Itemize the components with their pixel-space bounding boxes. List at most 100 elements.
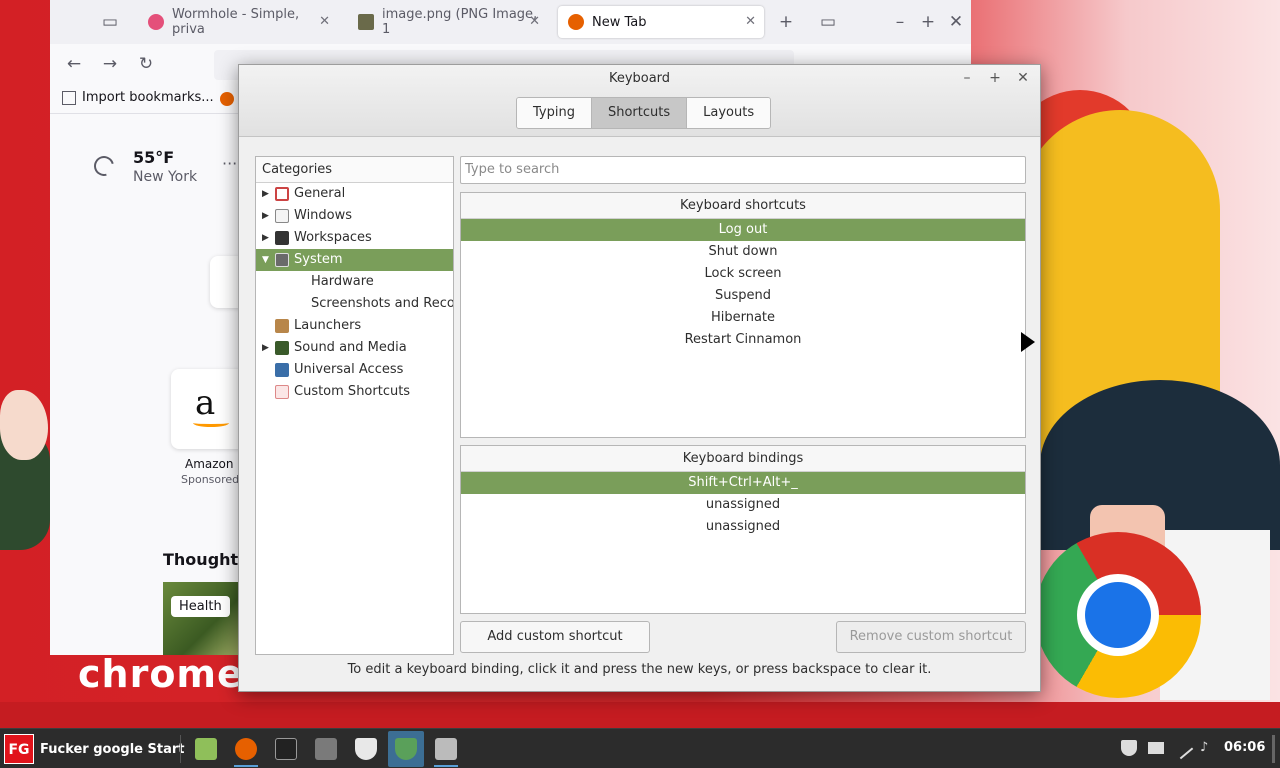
close-icon[interactable]: ✕ bbox=[1013, 68, 1033, 88]
section-title: Thought- bbox=[163, 550, 245, 569]
add-custom-shortcut-button[interactable]: Add custom shortcut bbox=[460, 621, 650, 653]
update-manager-launcher[interactable] bbox=[388, 731, 424, 767]
weather-city: New York bbox=[133, 169, 198, 185]
tab-shortcuts[interactable]: Shortcuts bbox=[591, 98, 688, 128]
new-tab-icon[interactable]: + bbox=[774, 10, 798, 34]
shortcut-row[interactable]: Shut down bbox=[461, 241, 1025, 263]
shield-tray-icon[interactable] bbox=[1121, 740, 1137, 756]
collapse-arrow-icon[interactable]: ▼ bbox=[262, 249, 272, 271]
tab-bar: Typing Shortcuts Layouts bbox=[516, 97, 772, 129]
keyboard-settings-window: Keyboard – + ✕ Typing Shortcuts Layouts … bbox=[238, 64, 1041, 692]
close-tab-icon[interactable]: ✕ bbox=[745, 14, 756, 29]
window-titlebar[interactable]: Keyboard – + ✕ Typing Shortcuts Layouts bbox=[239, 65, 1040, 137]
tab-title: New Tab bbox=[592, 14, 647, 30]
browser-tab[interactable]: image.png (PNG Image, 1 ✕ bbox=[348, 6, 548, 38]
launchers-icon bbox=[275, 319, 289, 333]
binding-row[interactable]: unassigned bbox=[461, 516, 1025, 538]
forward-icon[interactable]: → bbox=[98, 52, 122, 76]
keyboard-launcher[interactable] bbox=[428, 731, 464, 767]
category-label: Hardware bbox=[311, 274, 374, 289]
keyboard-bindings-list: Keyboard bindings Shift+Ctrl+Alt+_ unass… bbox=[460, 445, 1026, 614]
tab-title: Wormhole - Simple, priva bbox=[172, 7, 300, 37]
minimize-icon[interactable]: – bbox=[957, 68, 977, 88]
files-icon bbox=[195, 738, 217, 760]
clock[interactable]: 06:06 bbox=[1224, 740, 1265, 755]
category-label: General bbox=[294, 186, 346, 201]
category-general[interactable]: ▶ General bbox=[256, 183, 453, 205]
shortcut-row[interactable]: Log out bbox=[461, 219, 1025, 241]
start-menu-button[interactable]: FG Fucker google Start bbox=[4, 733, 185, 765]
browser-tab[interactable]: Wormhole - Simple, priva ✕ bbox=[138, 6, 338, 38]
close-tab-icon[interactable]: ✕ bbox=[319, 14, 330, 29]
keyboard-tray-icon[interactable] bbox=[1148, 742, 1164, 754]
categories-header[interactable]: Categories bbox=[256, 157, 453, 183]
expand-arrow-icon[interactable]: ▶ bbox=[262, 205, 272, 227]
universal-access-icon bbox=[275, 363, 289, 377]
files-launcher[interactable] bbox=[188, 731, 224, 767]
firefox-bookmark-icon[interactable] bbox=[220, 92, 234, 106]
binding-row[interactable]: Shift+Ctrl+Alt+_ bbox=[461, 472, 1025, 494]
tab-layouts[interactable]: Layouts bbox=[687, 98, 771, 128]
search-input[interactable]: Type to search bbox=[460, 156, 1026, 184]
category-label: Sound and Media bbox=[294, 340, 407, 355]
wallpaper-band bbox=[0, 702, 1280, 728]
taskbar-separator bbox=[180, 735, 181, 763]
import-icon bbox=[62, 90, 76, 105]
expand-arrow-icon[interactable]: ▶ bbox=[262, 227, 272, 249]
expand-arrow-icon[interactable]: ▶ bbox=[262, 183, 272, 205]
tile-sponsored: Sponsored bbox=[181, 473, 240, 486]
category-sound-and-media[interactable]: ▶ Sound and Media bbox=[256, 337, 453, 359]
terminal-launcher[interactable] bbox=[268, 731, 304, 767]
close-icon[interactable]: ✕ bbox=[944, 10, 968, 34]
amazon-smile-icon bbox=[193, 419, 229, 427]
browser-tab-active[interactable]: New Tab ✕ bbox=[558, 6, 764, 38]
minimize-icon[interactable]: – bbox=[888, 10, 912, 34]
category-launchers[interactable]: Launchers bbox=[256, 315, 453, 337]
import-bookmarks-link[interactable]: Import bookmarks... bbox=[62, 90, 214, 105]
weather-menu-icon[interactable]: ··· bbox=[222, 154, 237, 173]
menu-logo-icon: FG bbox=[4, 734, 34, 764]
category-universal-access[interactable]: Universal Access bbox=[256, 359, 453, 381]
tab-list-icon[interactable]: ▭ bbox=[816, 10, 840, 34]
back-icon[interactable]: ← bbox=[62, 52, 86, 76]
tab-overview-icon[interactable]: ▭ bbox=[98, 10, 122, 34]
category-label: Launchers bbox=[294, 318, 362, 333]
story-image[interactable] bbox=[163, 582, 243, 655]
shield-launcher[interactable] bbox=[348, 731, 384, 767]
shield-icon bbox=[355, 738, 377, 760]
shortcut-row[interactable]: Lock screen bbox=[461, 263, 1025, 285]
category-label: Screenshots and Record bbox=[311, 296, 453, 311]
close-tab-icon[interactable]: ✕ bbox=[529, 14, 540, 29]
sound-media-icon bbox=[275, 341, 289, 355]
terminal-icon bbox=[275, 738, 297, 760]
category-workspaces[interactable]: ▶ Workspaces bbox=[256, 227, 453, 249]
update-manager-icon bbox=[395, 738, 417, 760]
shortcuts-header[interactable]: Keyboard shortcuts bbox=[461, 193, 1025, 219]
start-menu-label: Fucker google Start bbox=[40, 741, 185, 757]
help-text: To edit a keyboard binding, click it and… bbox=[347, 662, 932, 677]
maximize-icon[interactable]: + bbox=[916, 10, 940, 34]
maximize-icon[interactable]: + bbox=[985, 68, 1005, 88]
tab-typing[interactable]: Typing bbox=[517, 98, 592, 128]
app-launcher[interactable] bbox=[308, 731, 344, 767]
category-custom-shortcuts[interactable]: Custom Shortcuts bbox=[256, 381, 453, 403]
volume-tray-icon[interactable]: ♪ bbox=[1200, 740, 1216, 756]
tab-favicon-icon bbox=[148, 14, 164, 30]
remove-custom-shortcut-button[interactable]: Remove custom shortcut bbox=[836, 621, 1026, 653]
binding-row[interactable]: unassigned bbox=[461, 494, 1025, 516]
show-desktop-button[interactable] bbox=[1272, 735, 1275, 763]
category-hardware[interactable]: Hardware bbox=[256, 271, 453, 293]
category-screenshots[interactable]: Screenshots and Record bbox=[256, 293, 453, 315]
reload-icon[interactable]: ↻ bbox=[134, 52, 158, 76]
shortcut-row[interactable]: Restart Cinnamon bbox=[461, 329, 1025, 351]
category-windows[interactable]: ▶ Windows bbox=[256, 205, 453, 227]
category-system[interactable]: ▼ System bbox=[256, 249, 453, 271]
firefox-launcher[interactable] bbox=[228, 731, 264, 767]
network-tray-icon[interactable] bbox=[1170, 736, 1194, 760]
category-label: System bbox=[294, 252, 343, 267]
bindings-header[interactable]: Keyboard bindings bbox=[461, 446, 1025, 472]
app-icon bbox=[315, 738, 337, 760]
shortcut-row[interactable]: Suspend bbox=[461, 285, 1025, 307]
shortcut-row[interactable]: Hibernate bbox=[461, 307, 1025, 329]
expand-arrow-icon[interactable]: ▶ bbox=[262, 337, 272, 359]
